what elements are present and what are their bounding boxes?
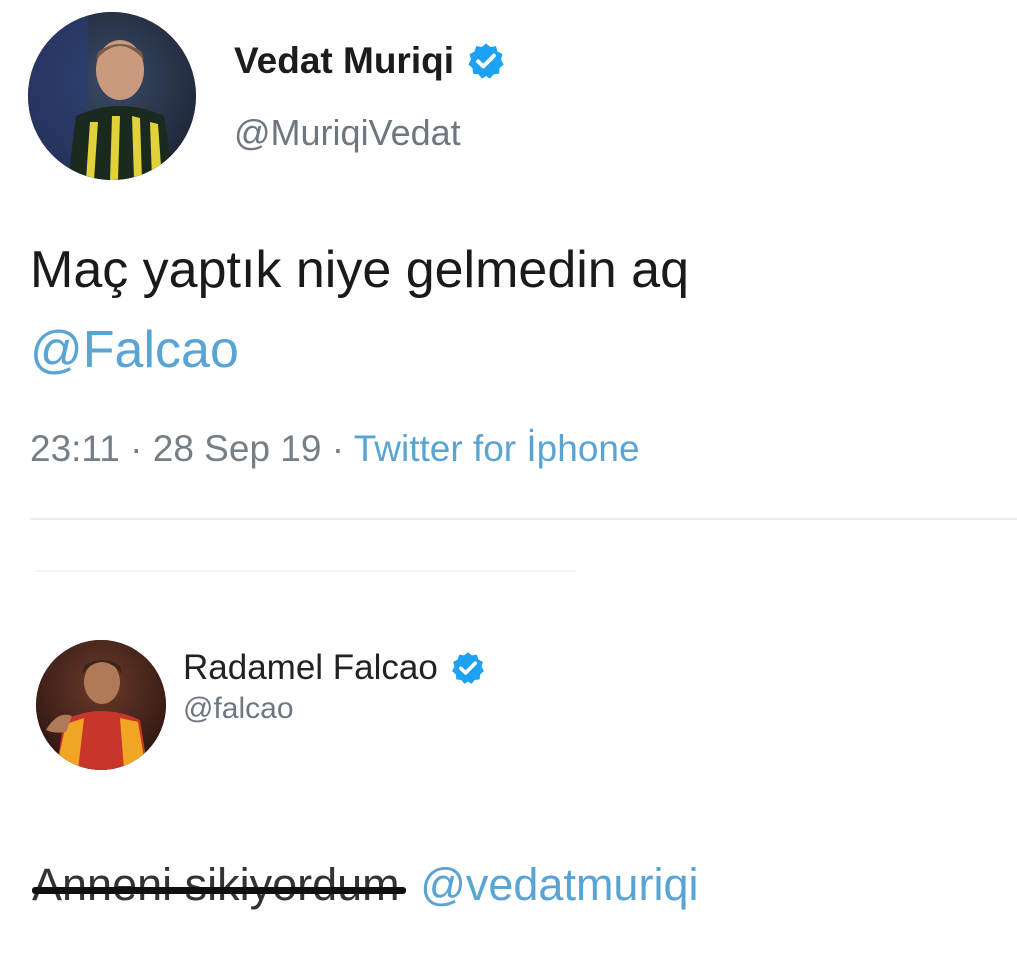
display-name[interactable]: Vedat Muriqi: [234, 40, 454, 82]
divider: [30, 518, 1017, 520]
verified-badge-icon: [468, 43, 504, 79]
avatar-image: [36, 640, 166, 770]
divider: [36, 570, 576, 572]
tweet-date[interactable]: 28 Sep 19: [153, 428, 322, 469]
author-name-row: Vedat Muriqi: [234, 40, 506, 82]
avatar-image: [28, 12, 196, 180]
verified-badge-icon: [451, 652, 484, 684]
author-name-row: Radamel Falcao: [183, 648, 486, 688]
tweet-meta: 23:11 · 28 Sep 19 · Twitter for İphone: [30, 428, 640, 470]
display-name[interactable]: Radamel Falcao: [183, 648, 438, 688]
avatar[interactable]: [28, 12, 196, 180]
meta-separator: ·: [130, 428, 143, 469]
meta-separator: ·: [331, 428, 345, 469]
tweet-time: 23:11: [30, 428, 120, 469]
censor-bar: [32, 887, 406, 894]
tweet-text: Maç yaptık niye gelmedin aq @Falcao: [30, 230, 990, 390]
mention-link[interactable]: @vedatmuriqi: [420, 859, 698, 910]
tweet-card[interactable]: Vedat Muriqi @MuriqiVedat Maç yaptık niy…: [0, 0, 1017, 520]
author-handle[interactable]: @MuriqiVedat: [234, 112, 461, 154]
mention-link[interactable]: @Falcao: [30, 321, 239, 379]
tweet-source-link[interactable]: Twitter for İphone: [354, 428, 640, 469]
censored-text: Anneni sikiyordum: [32, 855, 406, 915]
author-handle[interactable]: @falcao: [183, 692, 294, 726]
reply-tweet-text: Anneni sikiyordum @vedatmuriqi: [32, 855, 698, 915]
censored-text-body: Anneni sikiyordum: [32, 859, 400, 910]
avatar[interactable]: [36, 640, 166, 770]
tweet-text-body: Maç yaptık niye gelmedin aq: [30, 241, 690, 299]
